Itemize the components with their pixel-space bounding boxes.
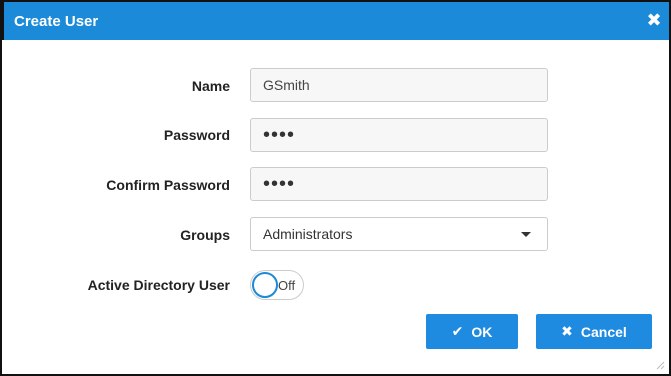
password-label: Password <box>163 127 230 143</box>
create-user-dialog: Create User ✖ Name Password •••• Confirm… <box>0 0 671 376</box>
cancel-button[interactable]: ✖ Cancel <box>536 314 652 349</box>
active-directory-label: Active Directory User <box>87 277 230 293</box>
groups-selected-value: Administrators <box>263 226 353 242</box>
toggle-state-label: Off <box>278 278 296 293</box>
x-icon: ✖ <box>561 323 573 339</box>
dialog-titlebar: Create User ✖ <box>2 0 671 40</box>
cancel-button-label: Cancel <box>580 323 627 340</box>
close-icon[interactable]: ✖ <box>645 10 663 30</box>
chevron-down-icon <box>521 232 531 237</box>
name-label: Name <box>191 78 230 94</box>
ok-button-label: OK <box>471 323 493 340</box>
confirm-password-input[interactable]: •••• <box>250 167 548 201</box>
active-directory-toggle[interactable]: Off <box>250 270 304 300</box>
toggle-knob <box>252 272 278 298</box>
check-icon: ✔ <box>451 323 464 339</box>
groups-select[interactable]: Administrators <box>250 217 548 251</box>
dialog-title: Create User <box>14 13 99 30</box>
name-input[interactable] <box>250 68 548 102</box>
password-input[interactable]: •••• <box>250 118 548 152</box>
groups-label: Groups <box>180 227 230 243</box>
confirm-password-label: Confirm Password <box>106 177 230 193</box>
resize-grip-icon[interactable] <box>655 360 665 370</box>
ok-button[interactable]: ✔ OK <box>426 314 518 349</box>
